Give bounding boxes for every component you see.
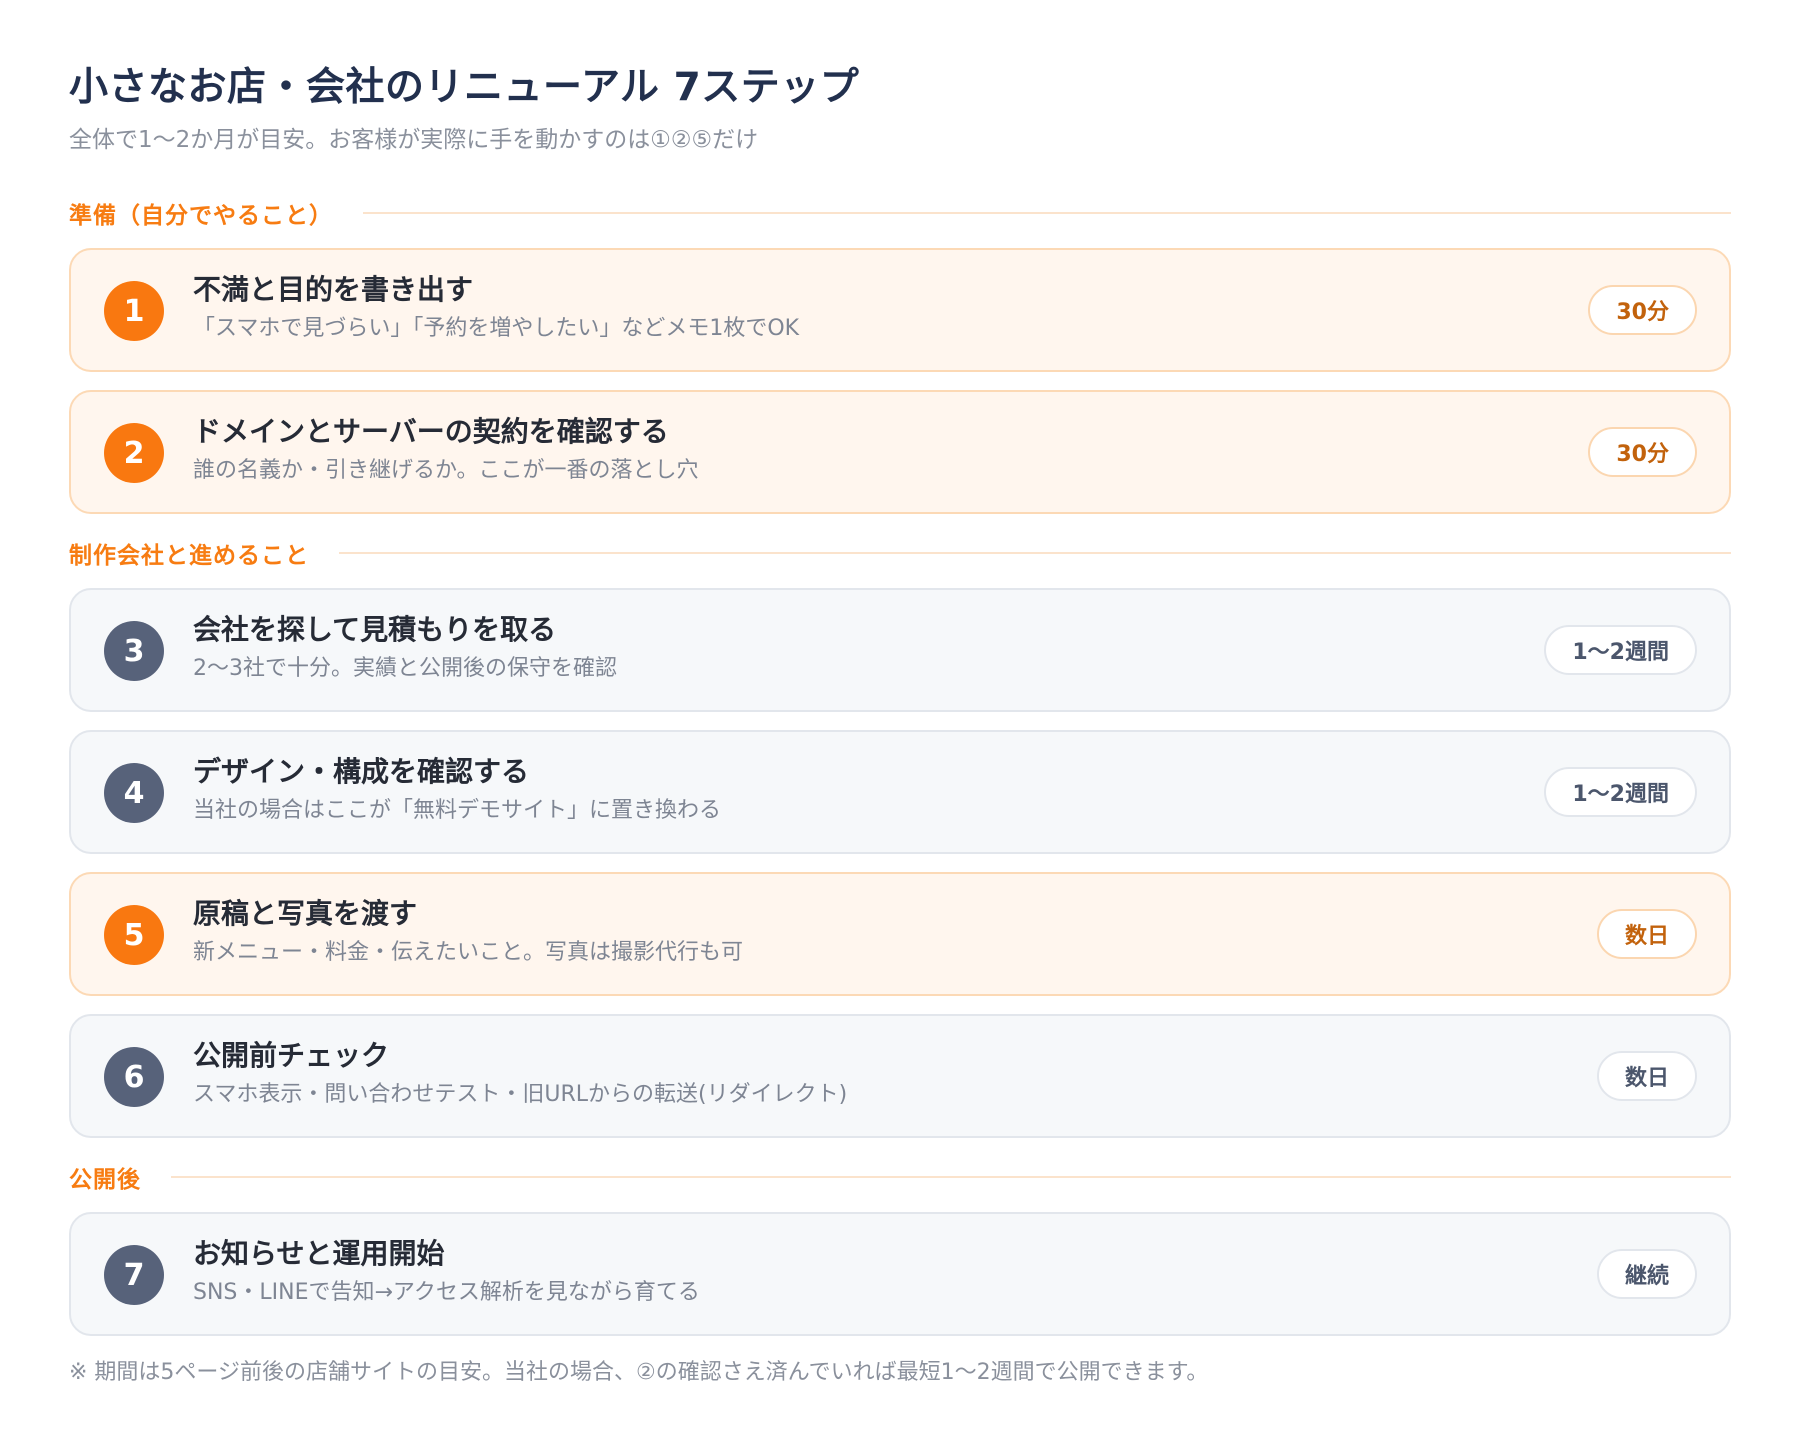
step-description: 「スマホで見づらい」「予約を増やしたい」などメモ1枚でOK	[193, 316, 800, 341]
step-card-4: 4 デザイン・構成を確認する 当社の場合はここが「無料デモサイト」に置き換わる …	[69, 730, 1731, 854]
step-number-badge: 3	[104, 621, 164, 681]
step-number-badge: 2	[104, 423, 164, 483]
page-subtitle: 全体で1〜2か月が目安。お客様が実際に手を動かすのは①②⑤だけ	[69, 127, 759, 153]
step-card-6: 6 公開前チェック スマホ表示・問い合わせテスト・旧URLからの転送(リダイレク…	[69, 1014, 1731, 1138]
section-divider	[363, 212, 1731, 214]
section-divider	[171, 1176, 1731, 1178]
step-title: 会社を探して見積もりを取る	[193, 613, 557, 646]
step-title: お知らせと運用開始	[193, 1237, 445, 1270]
page: 小さなお店・会社のリニューアル 7ステップ 全体で1〜2か月が目安。お客様が実際…	[0, 0, 1800, 1388]
section-header: 準備（自分でやること）	[69, 196, 1731, 230]
step-title: 不満と目的を書き出す	[193, 273, 474, 306]
section-divider	[339, 552, 1731, 554]
step-number-badge: 6	[104, 1047, 164, 1107]
duration-badge: 1〜2週間	[1544, 625, 1697, 675]
step-card-1: 1 不満と目的を書き出す 「スマホで見づらい」「予約を増やしたい」などメモ1枚で…	[69, 248, 1731, 372]
step-title: 原稿と写真を渡す	[193, 897, 418, 930]
section-header: 制作会社と進めること	[69, 536, 1731, 570]
step-card-5: 5 原稿と写真を渡す 新メニュー・料金・伝えたいこと。写真は撮影代行も可 数日	[69, 872, 1731, 996]
step-card-7: 7 お知らせと運用開始 SNS・LINEで告知→アクセス解析を見ながら育てる 継…	[69, 1212, 1731, 1336]
duration-badge: 数日	[1596, 909, 1697, 959]
footnote: ※ 期間は5ページ前後の店舗サイトの目安。当社の場合、②の確認さえ済んでいれば最…	[69, 1360, 1209, 1385]
section-label: 制作会社と進めること	[69, 543, 309, 569]
section-header: 公開後	[69, 1160, 1731, 1194]
step-list: 3 会社を探して見積もりを取る 2〜3社で十分。実績と公開後の保守を確認 1〜2…	[69, 588, 1731, 1138]
step-title: デザイン・構成を確認する	[193, 755, 530, 788]
section-label: 準備（自分でやること）	[69, 203, 333, 229]
duration-badge: 30分	[1588, 427, 1697, 477]
step-number-badge: 4	[104, 763, 164, 823]
step-description: 誰の名義か・引き継げるか。ここが一番の落とし穴	[193, 458, 699, 483]
step-card-3: 3 会社を探して見積もりを取る 2〜3社で十分。実績と公開後の保守を確認 1〜2…	[69, 588, 1731, 712]
step-number-badge: 5	[104, 905, 164, 965]
section-label: 公開後	[69, 1167, 141, 1193]
duration-badge: 30分	[1588, 285, 1697, 335]
step-description: スマホ表示・問い合わせテスト・旧URLからの転送(リダイレクト)	[193, 1082, 848, 1107]
step-title: ドメインとサーバーの契約を確認する	[193, 415, 669, 448]
step-title: 公開前チェック	[193, 1039, 390, 1072]
step-description: 当社の場合はここが「無料デモサイト」に置き換わる	[193, 798, 722, 823]
step-description: SNS・LINEで告知→アクセス解析を見ながら育てる	[193, 1280, 700, 1305]
step-description: 新メニュー・料金・伝えたいこと。写真は撮影代行も可	[193, 940, 744, 965]
step-card-2: 2 ドメインとサーバーの契約を確認する 誰の名義か・引き継げるか。ここが一番の落…	[69, 390, 1731, 514]
step-number-badge: 1	[104, 281, 164, 341]
duration-badge: 継続	[1596, 1249, 1697, 1299]
step-list: 7 お知らせと運用開始 SNS・LINEで告知→アクセス解析を見ながら育てる 継…	[69, 1212, 1731, 1336]
duration-badge: 1〜2週間	[1544, 767, 1697, 817]
step-description: 2〜3社で十分。実績と公開後の保守を確認	[193, 656, 617, 681]
duration-badge: 数日	[1596, 1051, 1697, 1101]
step-number-badge: 7	[104, 1245, 164, 1305]
page-title: 小さなお店・会社のリニューアル 7ステップ	[69, 65, 860, 110]
step-list: 1 不満と目的を書き出す 「スマホで見づらい」「予約を増やしたい」などメモ1枚で…	[69, 248, 1731, 514]
